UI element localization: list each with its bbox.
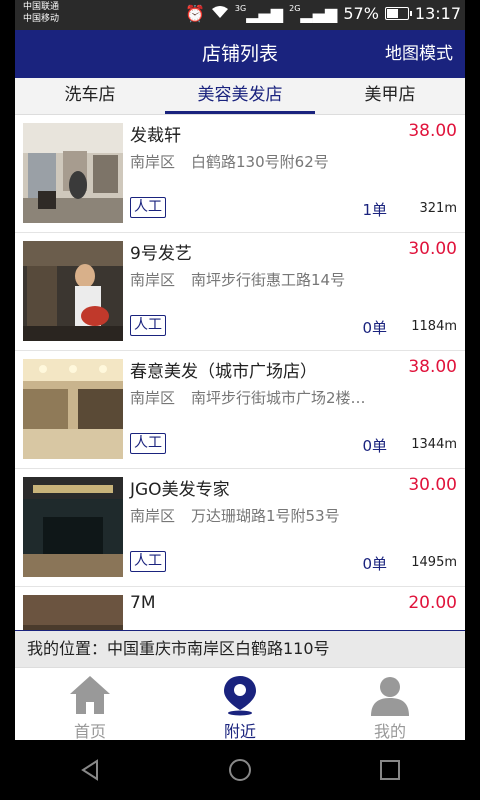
nav-profile-label: 我的 [373,722,406,741]
carrier-1: 中国联通 [23,2,60,12]
home-icon [68,674,112,720]
shop-district: 南岸区 [130,271,176,289]
app-screen: 中国联通 中国移动 ⏰ 3G▂▄▆ 2G▂▄▆ 57% 13:17 店铺列表 地… [15,0,465,800]
square-recents-icon [380,760,400,780]
shop-list: 发裁轩 38.00 南岸区 白鹤路130号附62号 人工 1单 321m 9号发艺 [15,115,465,670]
shop-street: 南坪步行街惠工路14号 [191,271,346,289]
shop-address: 南岸区 白鹤路130号附62号 [130,151,450,172]
shop-name: 9号发艺 [130,244,192,264]
shop-price: 38.00 [408,357,457,377]
service-type-badge: 人工 [130,197,166,218]
home-button[interactable] [220,750,260,790]
shop-list-item[interactable]: 9号发艺 30.00 南岸区 南坪步行街惠工路14号 人工 0单 1184m [15,233,465,351]
battery-icon [384,7,412,20]
shop-list-item[interactable]: 发裁轩 38.00 南岸区 白鹤路130号附62号 人工 1单 321m [15,115,465,233]
back-icon [81,759,98,781]
order-count: 0单 [362,555,387,573]
wifi-icon [211,4,229,23]
net-1-label: 3G [234,4,247,13]
service-type-badge: 人工 [130,551,166,572]
nav-nearby[interactable]: 附近 [165,668,315,741]
clock: 13:17 [414,4,461,23]
shop-distance: 1495m [411,555,457,570]
shop-photo [23,477,123,577]
nav-home-label: 首页 [73,722,106,741]
shop-list-item[interactable]: JGO美发专家 30.00 南岸区 万达珊瑚路1号附53号 人工 0单 1495m [15,469,465,587]
location-pin-icon [220,674,260,720]
shop-distance: 1184m [411,319,457,334]
bottom-nav: 首页 附近 我的 [15,667,465,741]
shop-name: 7M [130,593,156,613]
shop-district: 南岸区 [130,389,176,407]
my-location-bar: 我的位置：中国重庆市南岸区白鹤路110号 [15,630,465,667]
carrier-info: 中国联通 中国移动 [23,1,59,25]
circle-home-icon [229,759,251,781]
signal-2g-icon: 2G▂▄▆ [289,4,338,23]
order-count: 1单 [362,201,387,219]
status-icons: ⏰ 3G▂▄▆ 2G▂▄▆ 57% 13:17 [185,4,461,23]
battery-percent: 57% [343,4,379,23]
signal-3g-icon: 3G▂▄▆ [234,4,284,23]
recents-button[interactable] [370,750,410,790]
shop-district: 南岸区 [130,153,176,171]
shop-street: 白鹤路130号附62号 [191,153,329,171]
service-type-badge: 人工 [130,315,166,336]
shop-price: 30.00 [408,475,457,495]
shop-price: 20.00 [408,593,457,613]
shop-distance: 1344m [411,437,457,452]
shop-distance: 321m [419,201,457,216]
shop-list-item[interactable]: 春意美发（城市广场店） 38.00 南岸区 南坪步行街城市广场2楼… 人工 0单 … [15,351,465,469]
shop-photo [23,359,123,459]
system-nav-bar [15,740,465,800]
nav-nearby-label: 附近 [223,722,256,741]
map-mode-button[interactable]: 地图模式 [385,30,453,78]
shop-address: 南岸区 南坪步行街惠工路14号 [130,269,450,290]
carrier-2: 中国移动 [23,14,60,24]
category-tabs: 洗车店 美容美发店 美甲店 [15,78,465,115]
shop-street: 南坪步行街城市广场2楼… [191,389,366,407]
shop-photo [23,241,123,341]
back-button[interactable] [70,750,110,790]
shop-name: JGO美发专家 [130,480,230,500]
shop-name: 发裁轩 [130,126,181,146]
shop-price: 38.00 [408,121,457,141]
tab-nail-salon[interactable]: 美甲店 [315,78,465,114]
shop-address: 南岸区 南坪步行街城市广场2楼… [130,387,450,408]
shop-name: 春意美发（城市广场店） [130,362,317,382]
alarm-icon: ⏰ [184,4,205,23]
tab-car-wash[interactable]: 洗车店 [15,78,165,114]
nav-home[interactable]: 首页 [15,668,165,741]
header-bar: 店铺列表 地图模式 [15,30,465,78]
order-count: 0单 [362,437,387,455]
order-count: 0单 [362,319,387,337]
service-type-badge: 人工 [130,433,166,454]
shop-district: 南岸区 [130,507,176,525]
nav-profile[interactable]: 我的 [315,668,465,741]
shop-street: 万达珊瑚路1号附53号 [191,507,340,525]
shop-photo [23,123,123,223]
shop-price: 30.00 [408,239,457,259]
shop-address: 南岸区 万达珊瑚路1号附53号 [130,505,450,526]
status-bar: 中国联通 中国移动 ⏰ 3G▂▄▆ 2G▂▄▆ 57% 13:17 [15,0,465,30]
user-icon [369,674,411,720]
tab-beauty-salon[interactable]: 美容美发店 [165,78,315,114]
net-2-label: 2G [289,4,301,13]
